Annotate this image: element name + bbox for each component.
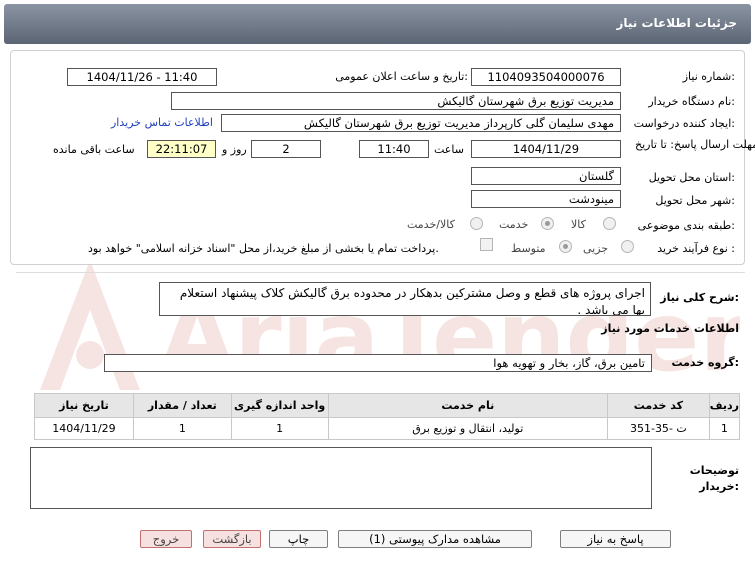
remaining-time-label: ساعت باقی مانده bbox=[53, 143, 135, 156]
col-name-header: نام خدمت bbox=[327, 393, 608, 418]
category-option-goods-service: کالا/خدمت bbox=[407, 218, 455, 231]
col-date-header: تاریخ نیاز bbox=[34, 393, 134, 418]
col-unit-header: واحد اندازه گیری bbox=[230, 393, 329, 418]
page-header: جزئیات اطلاعات نیاز bbox=[4, 4, 751, 44]
cell-unit: 1 bbox=[230, 417, 329, 440]
cell-name: تولید، انتقال و توزیع برق bbox=[327, 417, 608, 440]
attachments-button[interactable]: مشاهده مدارک پیوستی (1) bbox=[338, 530, 532, 548]
reply-button[interactable]: پاسخ به نیاز bbox=[560, 530, 671, 548]
cell-code: ت -35-351 bbox=[606, 417, 710, 440]
province-label: استان محل تحویل: bbox=[648, 171, 735, 184]
remaining-time-field: 22:11:07 bbox=[147, 140, 216, 158]
cell-qty: 1 bbox=[132, 417, 232, 440]
process-radio-medium[interactable] bbox=[559, 240, 572, 253]
deadline-time-label: ساعت bbox=[434, 143, 464, 156]
city-label: شهر محل تحویل: bbox=[655, 194, 735, 207]
services-table: ردیف کد خدمت نام خدمت واحد اندازه گیری ت… bbox=[34, 393, 741, 440]
buyer-org-field[interactable]: مدیریت توزیع برق شهرستان گالیکش bbox=[171, 92, 621, 110]
section-divider bbox=[16, 272, 745, 273]
need-number-field[interactable]: 1104093504000076 bbox=[471, 68, 621, 86]
col-code-header: کد خدمت bbox=[606, 393, 710, 418]
need-number-label: شماره نیاز: bbox=[682, 70, 735, 83]
days-field[interactable]: 2 bbox=[251, 140, 321, 158]
category-radio-goods-service[interactable] bbox=[470, 217, 483, 230]
table-row: 1 ت -35-351 تولید، انتقال و توزیع برق 1 … bbox=[34, 417, 741, 440]
col-qty-header: تعداد / مقدار bbox=[132, 393, 232, 418]
category-radio-goods[interactable] bbox=[603, 217, 616, 230]
city-field[interactable]: مینودشت bbox=[471, 190, 621, 208]
services-title: اطلاعات خدمات مورد نیاز bbox=[601, 322, 739, 335]
announce-label: تاریخ و ساعت اعلان عمومی: bbox=[335, 70, 468, 83]
category-option-goods: کالا bbox=[571, 218, 586, 231]
treasury-note: پرداخت تمام یا بخشی از مبلغ خرید،از محل … bbox=[88, 242, 439, 255]
creator-label: ایجاد کننده درخواست: bbox=[633, 117, 735, 130]
page-title: جزئیات اطلاعات نیاز bbox=[616, 16, 737, 30]
deadline-time-field[interactable]: 11:40 bbox=[359, 140, 429, 158]
summary-text-area[interactable]: اجرای پروژه های قطع و وصل مشترکین بدهکار… bbox=[159, 282, 651, 316]
process-label: نوع فرآیند خرید : bbox=[657, 242, 735, 255]
exit-button[interactable]: خروج bbox=[140, 530, 192, 548]
province-field[interactable]: گلستان bbox=[471, 167, 621, 185]
col-row-header: ردیف bbox=[708, 393, 741, 418]
category-label: طبقه بندی موضوعی: bbox=[637, 219, 735, 232]
summary-label: شرح کلی نیاز: bbox=[660, 291, 739, 304]
process-radio-minor[interactable] bbox=[621, 240, 634, 253]
back-button[interactable]: بازگشت bbox=[203, 530, 261, 548]
process-option-medium: متوسط bbox=[511, 242, 546, 255]
buyer-notes-label-line1: توضیحات bbox=[689, 464, 739, 477]
treasury-checkbox[interactable] bbox=[480, 238, 493, 251]
cell-date: 1404/11/29 bbox=[34, 417, 134, 440]
table-header-row: ردیف کد خدمت نام خدمت واحد اندازه گیری ت… bbox=[34, 393, 741, 418]
buyer-org-label: نام دستگاه خریدار: bbox=[648, 95, 735, 108]
service-group-label: گروه خدمت: bbox=[671, 356, 739, 369]
creator-field[interactable]: مهدی سلیمان گلی کارپرداز مدیریت توزیع بر… bbox=[221, 114, 621, 132]
buyer-notes-label: توضیحات خریدار: bbox=[690, 463, 739, 495]
print-button[interactable]: چاپ bbox=[269, 530, 328, 548]
cell-row: 1 bbox=[708, 417, 741, 440]
buyer-notes-label-line2: خریدار: bbox=[699, 480, 739, 493]
service-group-field[interactable]: تامین برق، گاز، بخار و تهویه هوا bbox=[104, 354, 652, 372]
deadline-label: مهلت ارسال پاسخ: تا تاریخ: bbox=[635, 138, 755, 151]
announce-field[interactable]: 1404/11/26 - 11:40 bbox=[67, 68, 217, 86]
contact-info-link[interactable]: اطلاعات تماس خریدار bbox=[111, 116, 213, 129]
category-option-service: خدمت bbox=[499, 218, 529, 231]
buyer-notes-area[interactable] bbox=[30, 447, 652, 509]
deadline-date-field[interactable]: 1404/11/29 bbox=[471, 140, 621, 158]
days-label: روز و bbox=[222, 143, 247, 156]
process-option-minor: جزیی bbox=[583, 242, 609, 255]
category-radio-service[interactable] bbox=[541, 217, 554, 230]
